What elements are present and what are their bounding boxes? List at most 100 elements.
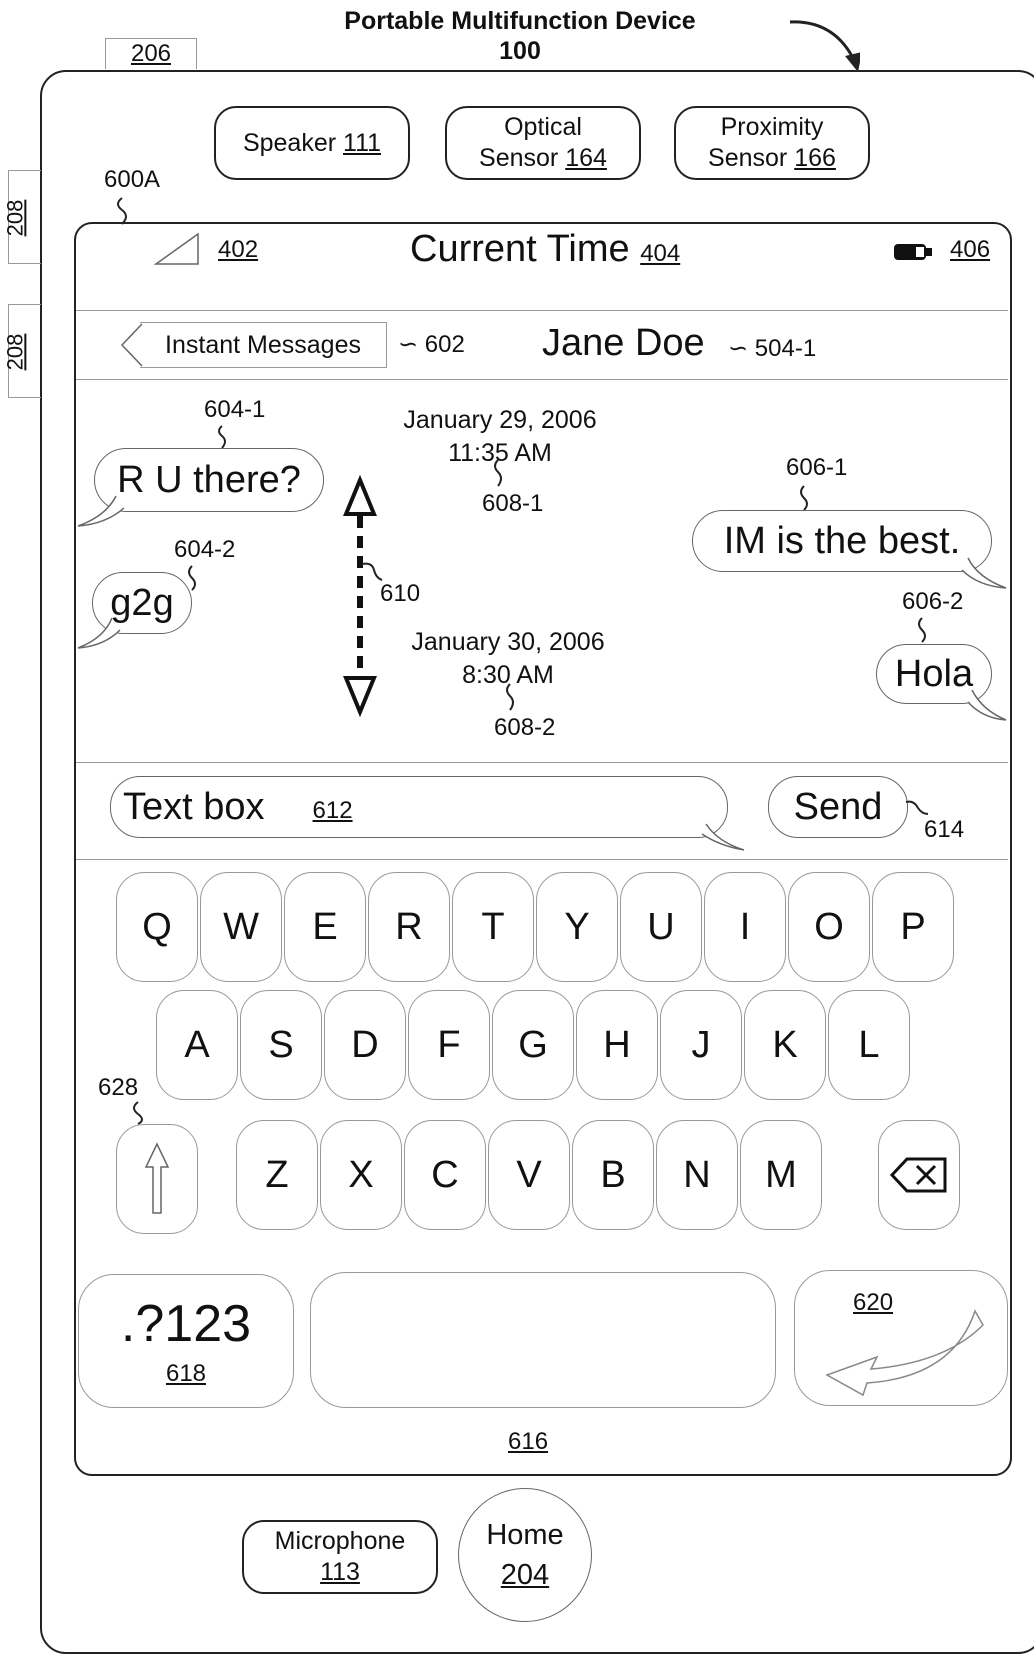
key-a-label: A (184, 1023, 210, 1066)
received-message-1-text: R U there? (117, 458, 301, 501)
key-s-label: S (268, 1023, 294, 1066)
key-m-label: M (765, 1153, 797, 1196)
shift-key[interactable] (116, 1124, 198, 1234)
key-c[interactable]: C (404, 1120, 486, 1230)
contact-name: Jane Doe (542, 322, 705, 364)
key-q[interactable]: Q (116, 872, 198, 982)
key-v[interactable]: V (488, 1120, 570, 1230)
key-r[interactable]: R (368, 872, 450, 982)
message-1-ref-squiggle (218, 425, 226, 449)
back-button-ref-text: 602 (424, 331, 465, 358)
backspace-key[interactable] (878, 1120, 960, 1230)
key-b-label: B (600, 1153, 626, 1196)
received-message-1[interactable]: R U there? (94, 448, 324, 512)
back-button[interactable]: Instant Messages (140, 322, 387, 368)
key-y[interactable]: Y (536, 872, 618, 982)
scroll-arrow[interactable] (338, 474, 382, 718)
key-m[interactable]: M (740, 1120, 822, 1230)
home-button[interactable]: Home 204 (458, 1488, 592, 1622)
key-f[interactable]: F (408, 990, 490, 1100)
battery-ref: 406 (950, 236, 991, 263)
key-g[interactable]: G (492, 990, 574, 1100)
speaker-ref: 111 (343, 128, 382, 157)
figure-title: Portable Multifunction Device 100 (330, 6, 710, 66)
key-e[interactable]: E (284, 872, 366, 982)
text-box[interactable]: Text box 612 (110, 776, 728, 838)
home-ref: 204 (500, 1559, 550, 1591)
sent-message-1[interactable]: IM is the best. (692, 510, 992, 572)
key-a[interactable]: A (156, 990, 238, 1100)
screen-ref: 600A (104, 166, 161, 193)
key-t-label: T (481, 905, 505, 948)
key-h-label: H (603, 1023, 631, 1066)
current-time: Current Time 404 (410, 228, 680, 271)
sent-message-1-text: IM is the best. (723, 519, 961, 562)
text-box-ref: 612 (312, 797, 353, 824)
device-title: Portable Multifunction Device (344, 7, 696, 35)
return-arrow-icon (825, 1309, 984, 1397)
key-n[interactable]: N (656, 1120, 738, 1230)
shift-ref-squiggle (133, 1101, 143, 1125)
current-time-label: Current Time (410, 228, 630, 270)
timestamp-1-date: January 29, 2006 (403, 406, 597, 434)
timestamp-2-ref: 608-2 (494, 714, 556, 741)
home-label: Home (486, 1519, 564, 1551)
timestamp-1-ref: 608-1 (482, 490, 544, 517)
proximity-sensor-label2: Sensor (708, 144, 788, 172)
side-button-2[interactable]: 208 (2, 304, 41, 398)
side-button-2-ref: 208 (2, 333, 28, 371)
key-g-label: G (518, 1023, 548, 1066)
key-u[interactable]: U (620, 872, 702, 982)
key-d[interactable]: D (324, 990, 406, 1100)
key-x-label: X (348, 1153, 374, 1196)
key-o[interactable]: O (788, 872, 870, 982)
message-3-ref: 606-1 (786, 454, 848, 481)
numbers-key[interactable]: .?123 618 (78, 1274, 294, 1408)
send-ref-squiggle (905, 800, 929, 815)
back-button-label: Instant Messages (165, 330, 361, 359)
key-p-label: P (900, 905, 926, 948)
microphone-label: Microphone (274, 1527, 406, 1555)
key-i[interactable]: I (704, 872, 786, 982)
top-button[interactable]: 206 (105, 38, 197, 69)
key-z[interactable]: Z (236, 1120, 318, 1230)
key-p[interactable]: P (872, 872, 954, 982)
key-j[interactable]: J (660, 990, 742, 1100)
key-s[interactable]: S (240, 990, 322, 1100)
optical-sensor-label: Optical (504, 113, 582, 141)
signal-ref: 402 (218, 236, 259, 263)
key-t[interactable]: T (452, 872, 534, 982)
proximity-sensor-label: Proximity (720, 113, 824, 141)
scroll-ref: 610 (380, 580, 421, 607)
key-h[interactable]: H (576, 990, 658, 1100)
key-c-label: C (431, 1153, 459, 1196)
key-y-label: Y (564, 905, 590, 948)
backspace-icon (889, 1157, 947, 1193)
contact-ref: ∽ 504-1 (728, 334, 816, 363)
timestamp-1-squiggle (494, 459, 502, 487)
return-key[interactable]: 620 (794, 1270, 1008, 1406)
back-button-ref: ∽ 602 (398, 330, 465, 359)
key-k[interactable]: K (744, 990, 826, 1100)
key-n-label: N (683, 1153, 711, 1196)
key-f-label: F (437, 1023, 461, 1066)
key-l[interactable]: L (828, 990, 910, 1100)
back-button-ref-squiggle: ∽ (398, 331, 419, 358)
space-key[interactable] (310, 1272, 776, 1408)
received-message-1-tail (77, 495, 125, 527)
key-z-label: Z (265, 1153, 289, 1196)
text-box-tail (701, 823, 745, 851)
side-button-1[interactable]: 208 (2, 170, 41, 264)
sent-message-2-tail (967, 689, 1007, 721)
message-1-ref: 604-1 (204, 396, 266, 423)
key-x[interactable]: X (320, 1120, 402, 1230)
key-w[interactable]: W (200, 872, 282, 982)
message-4-ref: 606-2 (902, 588, 964, 615)
shift-ref: 628 (98, 1074, 139, 1101)
side-button-1-ref: 208 (2, 199, 28, 237)
text-box-label: Text box (123, 785, 265, 828)
key-u-label: U (647, 905, 675, 948)
key-q-label: Q (142, 905, 172, 948)
key-b[interactable]: B (572, 1120, 654, 1230)
send-button[interactable]: Send (768, 776, 908, 838)
